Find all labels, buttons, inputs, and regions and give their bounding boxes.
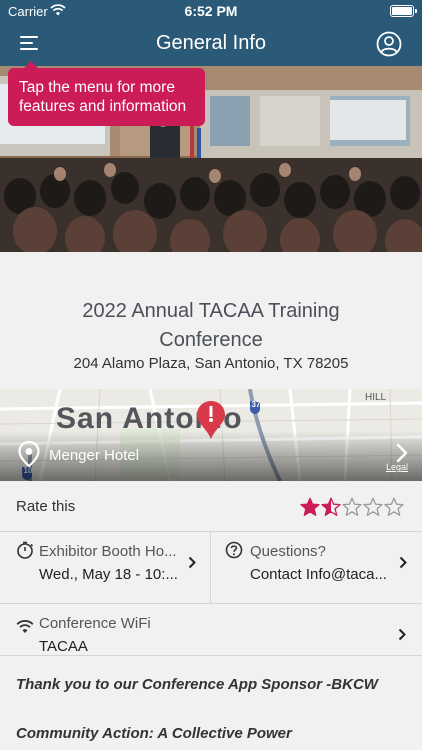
map-legal-link[interactable]: Legal [386, 462, 408, 472]
wifi-label: Conference WiFi [39, 615, 151, 632]
menu-tooltip[interactable]: Tap the menu for more features and infor… [8, 61, 205, 126]
highway-shield-37: 37 [251, 400, 261, 409]
chevron-right-icon [399, 556, 407, 569]
exhibitor-hours-cell[interactable]: Exhibitor Booth Ho... Wed., May 18 - 10:… [0, 532, 211, 604]
chevron-right-icon [398, 628, 406, 641]
event-title: 2022 Annual TACAA Training Conference [82, 300, 340, 351]
battery-icon [390, 5, 417, 17]
wifi-icon [16, 620, 34, 633]
questions-cell[interactable]: Questions? Contact Info@taca... [211, 532, 422, 604]
info-section: Rate this Exhibitor Booth Ho... Wed., Ma… [0, 481, 422, 750]
rate-label: Rate this [16, 498, 76, 515]
questions-label: Questions? [250, 543, 326, 560]
star-icon[interactable] [363, 497, 383, 517]
user-circle-icon[interactable] [376, 31, 402, 57]
star-icon[interactable] [342, 497, 362, 517]
star-icon[interactable] [300, 497, 320, 517]
star-icon[interactable] [384, 497, 404, 517]
map-location-label: Menger Hotel [49, 447, 140, 464]
chevron-right-icon [396, 443, 408, 463]
event-header: 2022 Annual TACAA Training Conference 20… [0, 252, 422, 389]
chevron-right-icon [188, 556, 196, 569]
status-time: 6:52 PM [184, 3, 238, 19]
page-title: General Info [155, 32, 267, 54]
wifi-row-content: Conference WiFi TACAA [0, 612, 422, 656]
questions-value: Contact Info@taca... [250, 566, 387, 583]
conference-wifi-row[interactable]: Conference WiFi TACAA [0, 604, 422, 656]
tooltip-text: Tap the menu for more features and infor… [19, 79, 187, 115]
star-icon[interactable] [321, 497, 341, 517]
sponsor-text: Thank you to our Conference App Sponsor … [16, 676, 378, 693]
star-rating[interactable] [300, 497, 404, 517]
location-pin-icon [18, 441, 40, 467]
exhibitor-hours-label: Exhibitor Booth Ho... [39, 543, 177, 560]
wifi-value: TACAA [39, 638, 88, 655]
event-address: 204 Alamo Plaza, San Antonio, TX 78205 [73, 355, 349, 372]
location-map[interactable]: San Antonio HILL 37 10 Menger Hotel Lega… [0, 389, 422, 481]
exhibitor-hours-value: Wed., May 18 - 10:... [39, 566, 178, 583]
map-area-label: HILL [365, 392, 387, 403]
status-bar: Carrier 6:52 PM [0, 0, 422, 22]
rating-row: Rate this [0, 481, 422, 532]
question-circle-icon [225, 541, 243, 559]
motto-text: Community Action: A Collective Power [16, 725, 292, 742]
stopwatch-icon [17, 541, 34, 559]
info-cells-row: Exhibitor Booth Ho... Wed., May 18 - 10:… [0, 532, 422, 604]
nav-bar: General Info [0, 22, 422, 66]
